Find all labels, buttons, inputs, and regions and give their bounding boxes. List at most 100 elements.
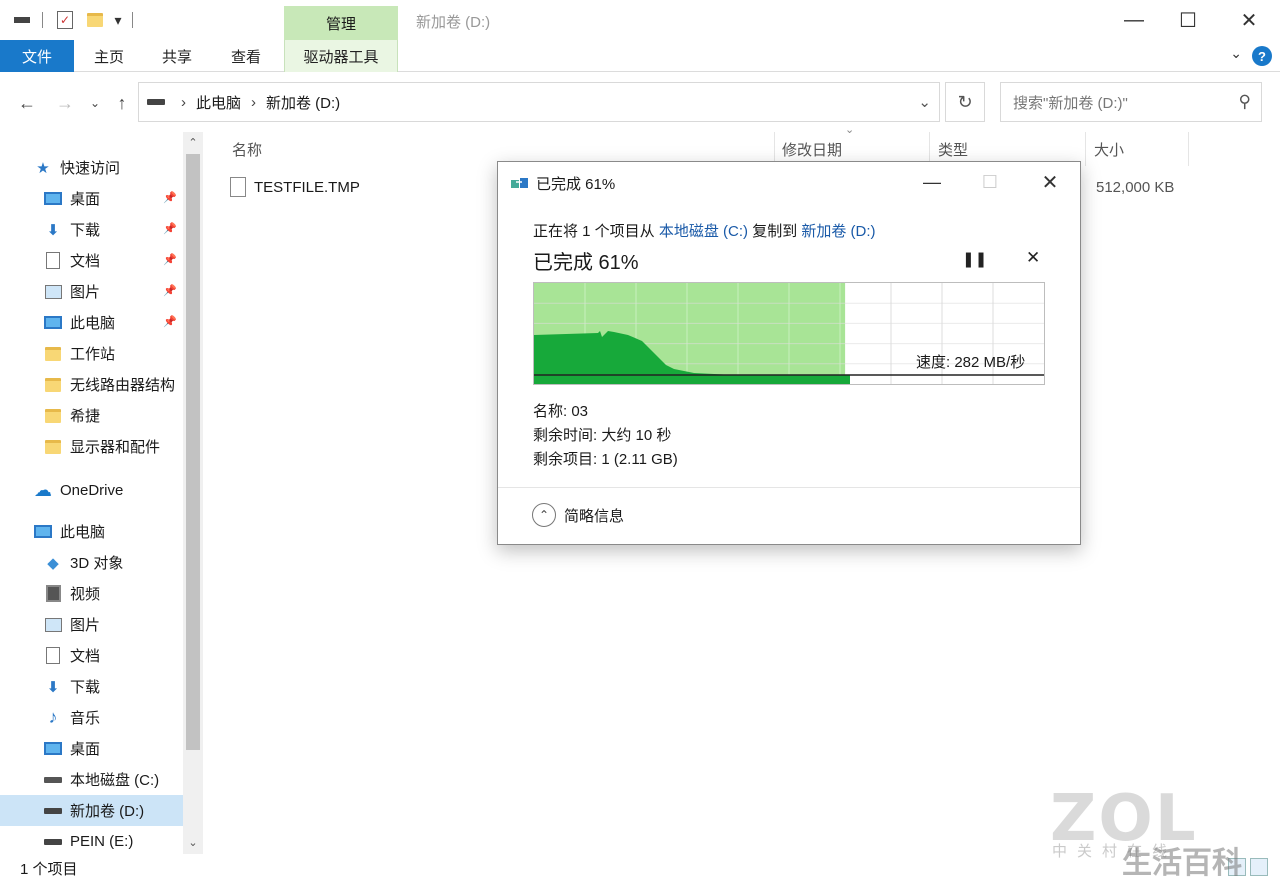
close-button[interactable]: ✕ [1226,6,1272,34]
sidebar-item-folder[interactable]: 显示器和配件 [0,431,183,462]
watermark-caption: 生活百科 [1122,847,1242,880]
pause-button[interactable]: ❚❚ [962,250,987,268]
document-icon [42,251,64,271]
tab-share[interactable]: 共享 [146,40,208,72]
navigation-bar: ← → ⌄ ↑ › 此电脑 › 新加卷 (D:) ⌄ ↻ 搜索"新加卷 (D:)… [0,72,1280,132]
sidebar-item-3d-objects[interactable]: ◆ 3D 对象 [0,547,183,578]
large-icons-view-button[interactable] [1250,858,1268,876]
sidebar-item-this-pc-pinned[interactable]: 此电脑 📌 [0,307,183,338]
sidebar-item-this-pc[interactable]: 此电脑 [0,516,183,547]
copy-icon [511,178,528,188]
sidebar-item-label: 此电脑 [70,315,116,332]
tab-drive-tools[interactable]: 驱动器工具 [284,40,398,72]
column-divider[interactable] [1188,132,1189,166]
less-details-button[interactable]: ⌃ 简略信息 [532,503,624,527]
address-bar[interactable]: › 此电脑 › 新加卷 (D:) ⌄ [138,82,940,122]
sidebar-item-folder[interactable]: 工作站 [0,338,183,369]
sidebar-item-onedrive[interactable]: ☁ OneDrive [0,475,183,506]
less-details-label: 简略信息 [564,507,625,525]
sort-chevron-icon: ⌄ [845,123,855,136]
refresh-icon[interactable]: ↻ [945,82,985,122]
search-input[interactable]: 搜索"新加卷 (D:)" ⚲ [1000,82,1262,122]
item-count: 1 个项目 [20,860,78,878]
download-icon: ⬇ [46,678,60,696]
sidebar-item-drive-d[interactable]: 新加卷 (D:) [0,795,183,826]
breadcrumb-drive-d[interactable]: 新加卷 (D:) [266,92,340,113]
sidebar-item-downloads[interactable]: ⬇ 下载 📌 [0,214,183,245]
sidebar-item-documents[interactable]: 文档 [0,640,183,671]
scroll-up-icon[interactable]: ⌃ [183,132,203,152]
back-arrow-icon[interactable]: ← [14,90,40,116]
pin-icon[interactable]: 📌 [163,191,177,204]
chevron-right-icon[interactable]: › [181,94,186,111]
new-folder-icon[interactable] [84,8,106,32]
recent-locations-icon[interactable]: ⌄ [86,90,104,116]
sidebar-item-downloads[interactable]: ⬇ 下载 [0,671,183,702]
sidebar-item-local-disk-c[interactable]: 本地磁盘 (C:) [0,764,183,795]
dialog-minimize-button[interactable]: — [910,168,954,196]
properties-icon[interactable]: ✓ [54,8,76,32]
scroll-thumb[interactable] [186,154,200,750]
customize-quick-access-icon[interactable]: ▾ [110,8,126,32]
file-icon [230,177,246,197]
minimize-button[interactable]: — [1111,6,1157,34]
chevron-down-icon[interactable]: ⌄ [1230,45,1242,62]
maximize-button[interactable]: ☐ [1165,6,1211,34]
copy-description-mid: 复制到 [748,223,802,240]
sidebar-item-desktop[interactable]: 桌面 [0,733,183,764]
scroll-down-icon[interactable]: ⌄ [183,832,203,852]
forward-arrow-icon[interactable]: → [52,90,78,116]
chevron-right-icon[interactable]: › [251,94,256,111]
sidebar-item-documents[interactable]: 文档 📌 [0,245,183,276]
chevron-down-icon[interactable]: ⌄ [918,93,931,111]
sidebar-item-quick-access[interactable]: ★ 快速访问 [0,152,183,183]
sidebar-item-label: 希捷 [70,408,101,425]
sidebar-item-label: 文档 [70,648,101,665]
list-item[interactable]: TESTFILE.TMP [230,172,360,202]
source-link[interactable]: 本地磁盘 (C:) [659,223,748,240]
music-note-icon: ♪ [48,707,58,727]
copy-description: 正在将 1 个项目从 本地磁盘 (C:) 复制到 新加卷 (D:) [533,220,876,241]
breadcrumb-this-pc[interactable]: 此电脑 [196,92,241,113]
sidebar-item-drive-e[interactable]: PEIN (E:) [0,826,183,854]
dialog-close-button[interactable]: ✕ [1028,168,1072,196]
pin-icon[interactable]: 📌 [163,222,177,235]
context-tab-manage[interactable]: 管理 [284,6,398,40]
transfer-speed: 速度: 282 MB/秒 [916,354,1026,371]
pictures-icon [42,615,64,635]
sidebar-item-label: 图片 [70,284,101,301]
toolbar-divider [40,8,44,32]
sidebar-scrollbar[interactable]: ⌃ ⌄ [183,132,203,854]
sidebar-item-desktop[interactable]: 桌面 📌 [0,183,183,214]
column-header-size[interactable]: 大小 [1094,132,1124,166]
computer-icon [32,522,54,542]
sidebar-item-folder[interactable]: 无线路由器结构 [0,369,183,400]
sidebar-item-label: 下载 [70,222,101,239]
sidebar-item-videos[interactable]: 视频 [0,578,183,609]
pin-icon[interactable]: 📌 [163,315,177,328]
folder-icon [42,437,64,457]
tab-file[interactable]: 文件 [0,40,74,72]
column-divider[interactable] [1085,132,1086,166]
pin-icon[interactable]: 📌 [163,284,177,297]
sidebar-item-label: 音乐 [70,710,101,727]
tab-view[interactable]: 查看 [214,40,278,72]
pin-icon[interactable]: 📌 [163,253,177,266]
sidebar-item-pictures[interactable]: 图片 📌 [0,276,183,307]
progress-heading: 已完成 61% [533,252,639,274]
tab-home[interactable]: 主页 [78,40,140,72]
sidebar-item-label: PEIN (E:) [70,833,134,850]
sidebar-item-label: 显示器和配件 [70,439,161,456]
sidebar-item-music[interactable]: ♪ 音乐 [0,702,183,733]
cube-icon: ◆ [47,554,59,572]
up-arrow-icon[interactable]: ↑ [110,90,134,116]
destination-link[interactable]: 新加卷 (D:) [801,223,875,240]
help-icon[interactable]: ? [1252,46,1272,66]
search-placeholder: 搜索"新加卷 (D:)" [1013,94,1128,112]
sidebar-item-folder[interactable]: 希捷 [0,400,183,431]
sidebar-item-pictures[interactable]: 图片 [0,609,183,640]
time-remaining: 剩余时间: 大约 10 秒 [533,427,672,444]
column-header-name[interactable]: 名称 [232,132,262,166]
chevron-up-icon: ⌃ [532,503,556,527]
cancel-button[interactable]: ✕ [1026,248,1040,268]
